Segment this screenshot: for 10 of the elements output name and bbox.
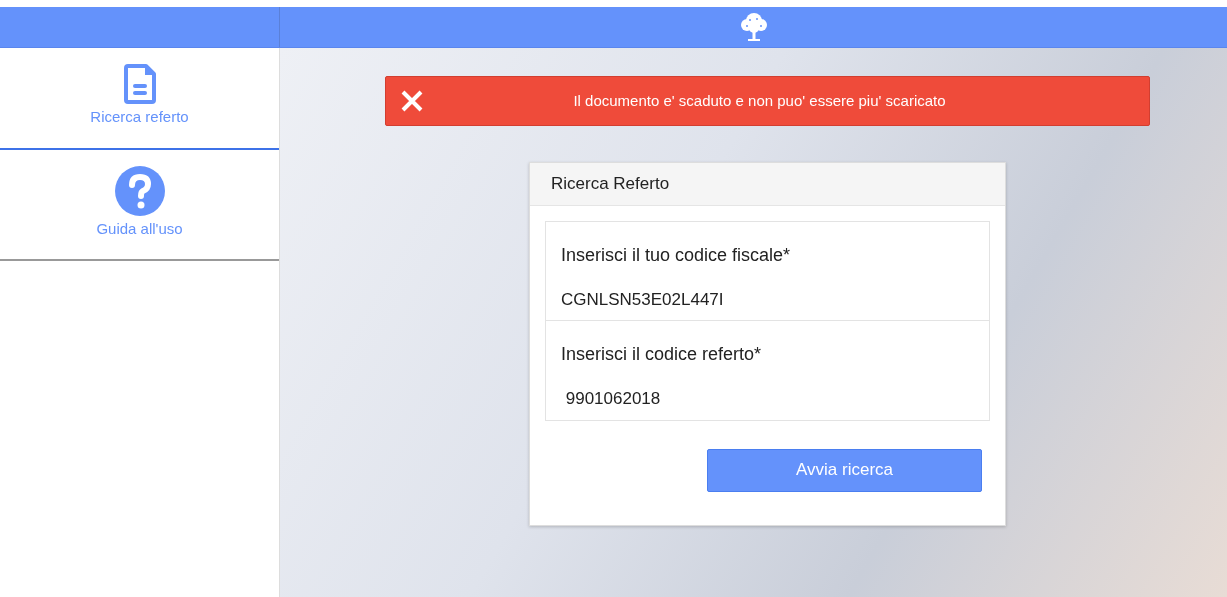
field-label: Inserisci il codice referto*: [561, 343, 763, 366]
input-field[interactable]: CGNLSN53E02L447I: [561, 268, 974, 312]
close-icon[interactable]: [400, 89, 424, 113]
form-title: Ricerca Referto: [530, 163, 1005, 206]
search-button[interactable]: Avvia ricerca: [707, 448, 982, 492]
field-label: Inserisci il tuo codice fiscale*: [561, 243, 792, 267]
help-icon: [114, 165, 165, 216]
alert-message: Il documento e' scaduto e non puo' essere piu' scaricato: [572, 90, 947, 111]
input-field[interactable]: 9901062018: [561, 368, 974, 412]
document-icon: [123, 64, 156, 104]
